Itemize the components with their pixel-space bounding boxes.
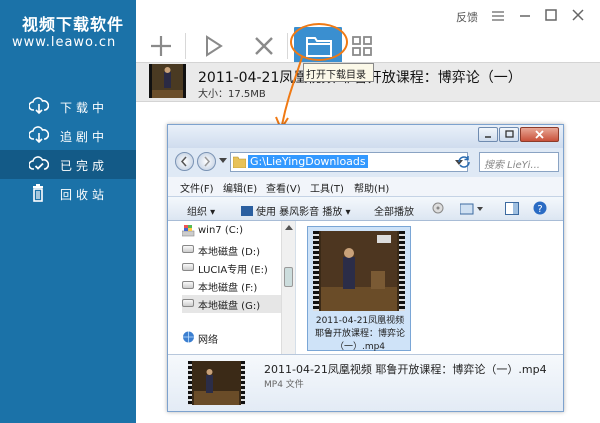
cloud-download-icon [29, 126, 49, 144]
address-bar[interactable]: G:\LieYingDownloads [230, 152, 468, 172]
open-folder-tooltip: 打开下载目录 [303, 63, 374, 82]
chevron-up-icon [285, 225, 293, 230]
nav-drive-d[interactable]: 本地磁盘 (D:) [182, 241, 294, 259]
maximize-icon[interactable] [543, 7, 559, 23]
organize-button[interactable]: 组织 ▾ [187, 203, 215, 218]
play-all-button[interactable]: 全部播放 [374, 203, 414, 218]
explorer-window: G:\LieYingDownloads 搜索 LieYi... 文件(F) 编辑… [167, 124, 564, 412]
menu-view[interactable]: 查看(V) [266, 180, 301, 195]
nav-network[interactable]: 网络 [182, 329, 294, 347]
chevron-down-icon[interactable] [219, 158, 227, 164]
explorer-address-row: G:\LieYingDownloads 搜索 LieYi... [168, 148, 563, 175]
menu-file[interactable]: 文件(F) [180, 180, 214, 195]
windows-drive-icon [182, 225, 195, 237]
explorer-minimize-button[interactable] [478, 127, 498, 142]
sidebar-item-label: 下载中 [60, 101, 109, 115]
film-strip [313, 231, 319, 311]
toolbar-divider [185, 33, 186, 59]
sidebar-item-label: 追剧中 [60, 130, 109, 144]
back-button[interactable] [175, 152, 194, 171]
menu-icon[interactable] [490, 7, 506, 23]
sidebar-item-label: 已完成 [60, 159, 109, 173]
preview-pane-icon[interactable] [505, 202, 519, 215]
menu-help[interactable]: 帮助(H) [354, 180, 389, 195]
drive-icon [182, 281, 194, 289]
file-tile[interactable]: 2011-04-21凤凰视频 耶鲁开放课程：博弈论（一）.mp4 [307, 226, 411, 352]
scroll-thumb[interactable] [284, 267, 293, 287]
add-task-button[interactable] [146, 31, 176, 61]
explorer-maximize-button[interactable] [499, 127, 519, 142]
explorer-command-bar: 组织 ▾ 使用 暴风影音 播放 ▾ 全部播放 ? [168, 196, 563, 221]
sidebar: 视频下载软件 www.leawo.cn 下载中 追剧中 已完成 回收站 [0, 0, 136, 423]
film-strip [241, 361, 245, 405]
video-thumbnail [313, 231, 405, 311]
details-pane: 2011-04-21凤凰视频 耶鲁开放课程：博弈论（一）.mp4 MP4 文件 [168, 354, 563, 411]
app-title: 视频下载软件 [22, 15, 125, 34]
refresh-icon[interactable] [455, 153, 473, 171]
burn-icon[interactable] [432, 202, 444, 214]
menu-edit[interactable]: 编辑(E) [223, 180, 257, 195]
address-text: G:\LieYingDownloads [248, 155, 368, 168]
app-url: www.leawo.cn [12, 35, 117, 50]
sidebar-item-following[interactable]: 追剧中 [0, 121, 136, 150]
drive-icon [182, 263, 194, 271]
svg-text:?: ? [537, 204, 542, 215]
forward-button[interactable] [197, 152, 216, 171]
details-file-name: 2011-04-21凤凰视频 耶鲁开放课程：博弈论（一）.mp4 [264, 363, 547, 376]
film-strip [399, 231, 405, 311]
sidebar-item-completed[interactable]: 已完成 [0, 150, 136, 179]
explorer-titlebar [168, 125, 563, 148]
nav-drive-f[interactable]: 本地磁盘 (F:) [182, 277, 294, 295]
drive-icon [182, 245, 194, 253]
film-icon [241, 206, 253, 216]
network-icon [182, 331, 195, 343]
explorer-menubar: 文件(F) 编辑(E) 查看(V) 工具(T) 帮助(H) [168, 177, 563, 196]
navigation-scrollbar[interactable] [281, 221, 295, 354]
view-options-icon[interactable] [460, 203, 484, 215]
feedback-link[interactable]: 反馈 [456, 9, 478, 25]
close-icon[interactable] [570, 7, 586, 23]
trash-icon [29, 184, 49, 202]
drive-icon [182, 299, 194, 307]
details-thumbnail [188, 361, 245, 405]
sidebar-item-downloading[interactable]: 下载中 [0, 92, 136, 121]
explorer-close-button[interactable] [520, 127, 559, 142]
film-strip [188, 361, 192, 405]
sidebar-item-recycle[interactable]: 回收站 [0, 179, 136, 208]
grid-view-button[interactable] [348, 31, 378, 61]
nav-drive-c[interactable]: win7 (C:) [182, 223, 294, 241]
play-button[interactable] [198, 31, 228, 61]
sidebar-item-label: 回收站 [60, 188, 109, 202]
task-thumbnail [149, 64, 186, 98]
app-window: 视频下载软件 www.leawo.cn 下载中 追剧中 已完成 回收站 反馈 2… [0, 0, 600, 423]
help-icon[interactable]: ? [533, 201, 547, 215]
menu-tools[interactable]: 工具(T) [310, 180, 344, 195]
cloud-check-icon [29, 155, 49, 173]
folder-icon [233, 156, 246, 168]
nav-drive-g[interactable]: 本地磁盘 (G:) [182, 295, 294, 313]
navigation-pane: win7 (C:) 本地磁盘 (D:) LUCIA专用 (E:) 本地磁盘 (F… [168, 221, 295, 354]
cloud-download-icon [29, 97, 49, 115]
nav-drive-e[interactable]: LUCIA专用 (E:) [182, 259, 294, 277]
details-file-type: MP4 文件 [264, 380, 304, 390]
minimize-icon[interactable] [517, 7, 533, 23]
search-input[interactable]: 搜索 LieYi... [479, 152, 559, 172]
task-size: 大小：17.5MB [198, 89, 266, 100]
file-tile-name: 2011-04-21凤凰视频 耶鲁开放课程：博弈论（一）.mp4 [314, 316, 405, 352]
play-with-button[interactable]: 使用 暴风影音 播放 ▾ [241, 203, 351, 218]
